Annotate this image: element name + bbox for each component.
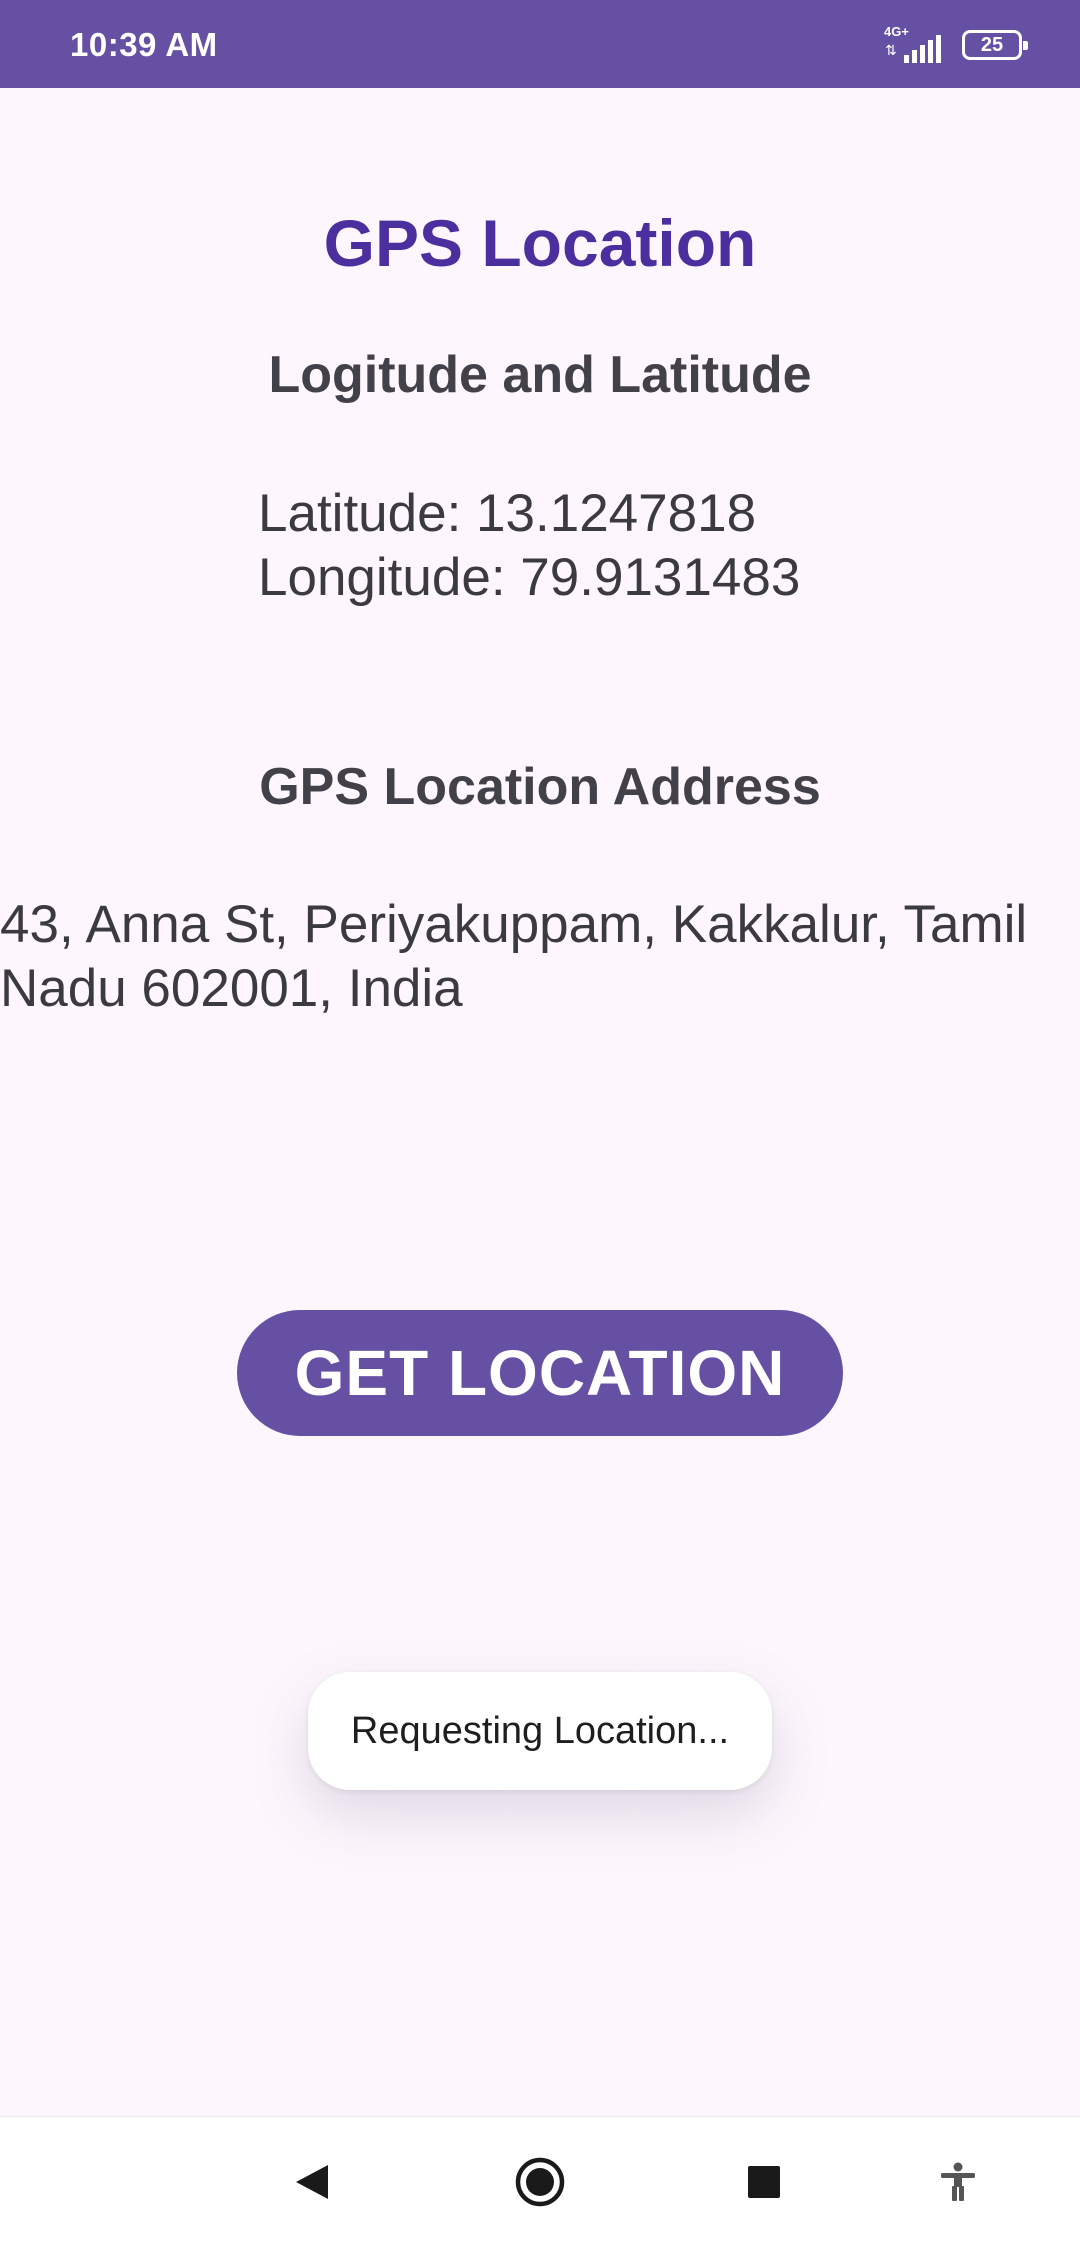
status-bar: 10:39 AM 4G+ ⇅ 25 (0, 0, 1080, 88)
recents-icon (748, 2166, 780, 2198)
status-icons: 4G+ ⇅ 25 (884, 24, 1028, 66)
address-line-2: Nadu 602001, India (0, 959, 463, 1018)
back-button[interactable] (282, 2117, 342, 2246)
status-time: 10:39 AM (70, 26, 218, 63)
toast-message: Requesting Location... (308, 1672, 772, 1790)
accessibility-button[interactable] (930, 2117, 986, 2246)
address-text: 43, Anna St, Periyakuppam, Kakkalur, Tam… (0, 893, 1080, 1021)
navigation-bar (0, 2116, 1080, 2246)
home-button[interactable] (508, 2117, 572, 2246)
longitude-text: Longitude: 79.9131483 (258, 548, 801, 607)
accessibility-icon (941, 2162, 975, 2201)
signal-bars-icon (904, 35, 941, 63)
address-heading: GPS Location Address (259, 758, 821, 816)
address-line-1: 43, Anna St, Periyakuppam, Kakkalur, Tam… (0, 895, 1028, 954)
home-icon (515, 2157, 565, 2207)
latitude-text: Latitude: 13.1247818 (258, 484, 757, 543)
app-screen: 10:39 AM 4G+ ⇅ 25 GPS Location Logitude … (0, 0, 1080, 2246)
battery-level: 25 (980, 34, 1004, 56)
recents-button[interactable] (736, 2117, 792, 2246)
page-title: GPS Location (323, 206, 757, 280)
data-arrows-icon: ⇅ (885, 42, 897, 58)
battery-icon: 25 (962, 30, 1028, 60)
get-location-button[interactable]: GET LOCATION (237, 1310, 843, 1436)
back-icon (296, 2165, 328, 2199)
coordinates-text: Latitude: 13.1247818 Longitude: 79.91314… (258, 482, 800, 610)
cellular-signal-icon: 4G+ ⇅ (884, 25, 946, 65)
coordinates-heading: Logitude and Latitude (268, 346, 812, 404)
